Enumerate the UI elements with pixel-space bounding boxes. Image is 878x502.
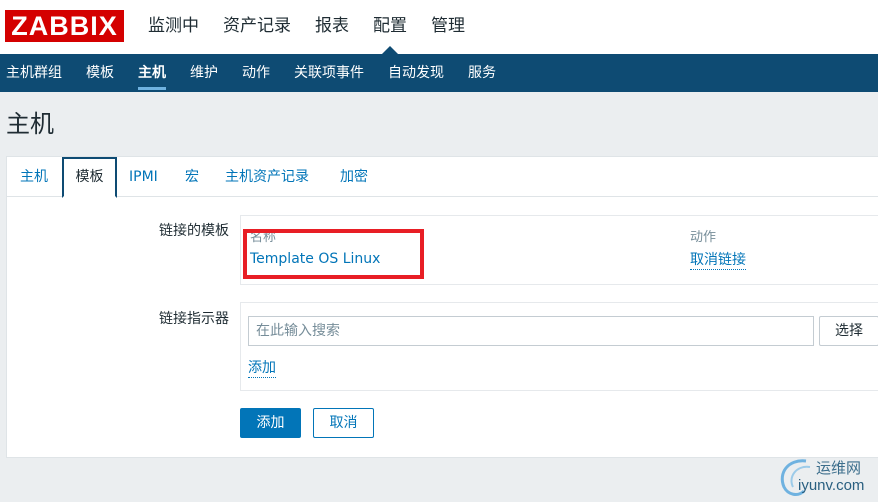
top-header: ZABBIX 监测中 资产记录 报表 配置 管理 [0,0,878,54]
nav-inventory[interactable]: 资产记录 [211,0,303,54]
subnav-hosts[interactable]: 主机 [126,54,178,92]
nav-reports[interactable]: 报表 [303,0,361,54]
subnav-services[interactable]: 服务 [456,54,508,92]
tab-encryption[interactable]: 加密 [334,157,374,197]
column-action-header: 动作 [690,230,717,245]
linked-templates-label: 链接的模板 [159,223,229,239]
form-tabs: 主机 模板 IPMI 宏 主机资产记录 加密 [7,157,878,198]
unlink-button[interactable]: 取消链接 [690,251,746,270]
nav-configuration[interactable]: 配置 [361,0,419,54]
watermark-cn-text: 运维网 [816,459,862,477]
site-watermark: 运维网 iyunv.com [776,455,876,499]
tab-host-inventory[interactable]: 主机资产记录 [219,157,315,197]
template-search-input[interactable]: 在此输入搜索 [248,316,814,346]
zabbix-logo[interactable]: ZABBIX [5,10,124,42]
subnav-maintenance[interactable]: 维护 [178,54,230,92]
select-button[interactable]: 选择 [819,316,878,346]
tab-templates[interactable]: 模板 [62,157,117,198]
cancel-button[interactable]: 取消 [313,408,374,438]
add-template-link[interactable]: 添加 [248,359,276,378]
add-button[interactable]: 添加 [240,408,301,438]
subnav-host-groups[interactable]: 主机群组 [0,54,74,92]
link-new-templates-label: 链接指示器 [159,311,229,327]
subnav-discovery[interactable]: 自动发现 [376,54,456,92]
subnav-actions[interactable]: 动作 [230,54,282,92]
main-nav: 监测中 资产记录 报表 配置 管理 [136,0,477,54]
tab-macros[interactable]: 宏 [179,157,205,197]
nav-monitoring[interactable]: 监测中 [136,0,211,54]
sub-nav: 主机群组 模板 主机 维护 动作 关联项事件 自动发现 服务 [0,54,878,92]
subnav-event-correlation[interactable]: 关联项事件 [282,54,376,92]
nav-administration[interactable]: 管理 [419,0,477,54]
subnav-templates[interactable]: 模板 [74,54,126,92]
host-form-panel: 主机 模板 IPMI 宏 主机资产记录 加密 链接的模板 名称 动作 Templ… [6,156,878,458]
annotation-highlight-box [243,229,424,279]
tab-host[interactable]: 主机 [14,157,54,197]
link-new-templates-box: 在此输入搜索 选择 添加 [240,302,878,391]
watermark-en-text: iyunv.com [798,477,865,494]
page-title: 主机 [6,110,54,138]
tab-ipmi[interactable]: IPMI [123,157,164,197]
